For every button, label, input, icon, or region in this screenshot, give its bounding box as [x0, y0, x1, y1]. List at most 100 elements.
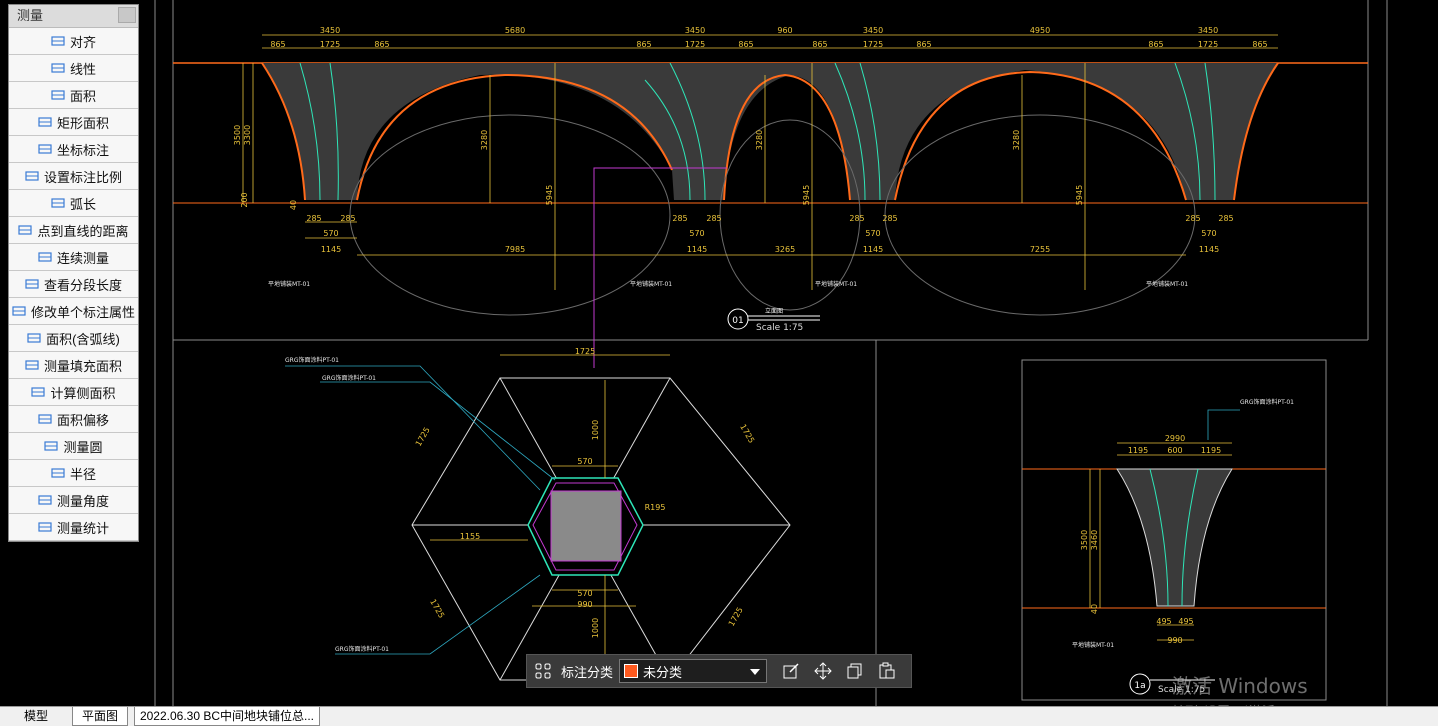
tool-area[interactable]: 面积: [9, 82, 138, 109]
linear-dimension-icon: [51, 61, 65, 75]
svg-text:865: 865: [1252, 40, 1267, 49]
panel-title: 测量: [9, 5, 138, 28]
svg-text:570: 570: [577, 589, 592, 598]
edit-icon[interactable]: [779, 659, 803, 683]
tool-arc-area[interactable]: 面积(含弧线): [9, 325, 138, 352]
grid-icon[interactable]: [531, 659, 555, 683]
svg-text:40: 40: [289, 200, 298, 210]
tool-radius[interactable]: 半径: [9, 460, 138, 487]
tab-plan[interactable]: 平面图: [72, 707, 128, 726]
panel-title-text: 测量: [17, 8, 44, 23]
tool-rect-area[interactable]: 矩形面积: [9, 109, 138, 136]
tool-circle-measure[interactable]: 测量圆: [9, 433, 138, 460]
svg-text:1725: 1725: [863, 40, 883, 49]
tool-statistics[interactable]: 测量统计: [9, 514, 138, 541]
tool-segment-length[interactable]: 查看分段长度: [9, 271, 138, 298]
tab-file[interactable]: 2022.06.30 BC中间地块铺位总...: [134, 707, 320, 726]
tool-label: 设置标注比例: [43, 169, 122, 185]
svg-text:285: 285: [340, 214, 355, 223]
point-line-distance-icon: [18, 223, 33, 237]
annotation-category-label: 标注分类: [561, 664, 614, 680]
tool-linear-dimension[interactable]: 线性: [9, 55, 138, 82]
tool-label: 测量填充面积: [43, 358, 122, 374]
side-section-view: 2990 1195 600 1195 3500 3460 495 495 990…: [1022, 398, 1326, 695]
svg-text:1195: 1195: [1201, 446, 1221, 455]
svg-text:200: 200: [240, 192, 249, 207]
tool-label: 半径: [69, 466, 96, 482]
cad-drawing[interactable]: 3450 5680 3450 960 3450 4950 3450 865 17…: [0, 0, 1438, 706]
arc-length-icon: [51, 196, 65, 210]
statistics-icon: [38, 520, 52, 534]
tool-label: 测量圆: [63, 439, 103, 455]
edit-dimension-icon: [12, 304, 26, 318]
svg-text:1725: 1725: [414, 426, 432, 448]
svg-text:3280: 3280: [1012, 130, 1021, 150]
tab-model[interactable]: 模型: [8, 707, 64, 726]
svg-text:570: 570: [1201, 229, 1216, 238]
svg-text:285: 285: [706, 214, 721, 223]
tool-side-area[interactable]: 计算侧面积: [9, 379, 138, 406]
tool-scale-setting[interactable]: 设置标注比例: [9, 163, 138, 190]
svg-text:960: 960: [777, 26, 792, 35]
svg-text:平地铺装MT-01: 平地铺装MT-01: [1072, 641, 1114, 649]
svg-text:GRG饰面涂料PT-01: GRG饰面涂料PT-01: [322, 374, 376, 382]
tool-label: 坐标标注: [56, 142, 109, 158]
angle-icon: [38, 493, 52, 507]
tool-align[interactable]: 对齐: [9, 28, 138, 55]
tool-label: 矩形面积: [56, 115, 109, 131]
svg-text:570: 570: [689, 229, 704, 238]
svg-text:40: 40: [1090, 604, 1099, 614]
svg-text:GRG饰面涂料PT-01: GRG饰面涂料PT-01: [335, 645, 389, 653]
svg-text:570: 570: [577, 457, 592, 466]
cad-drawing-canvas[interactable]: 3450 5680 3450 960 3450 4950 3450 865 17…: [0, 0, 1438, 706]
tool-angle[interactable]: 测量角度: [9, 487, 138, 514]
svg-text:1725: 1725: [320, 40, 340, 49]
svg-text:865: 865: [374, 40, 389, 49]
chevron-down-icon: [750, 669, 761, 675]
tool-coordinate[interactable]: 坐标标注: [9, 136, 138, 163]
svg-text:平地铺装MT-01: 平地铺装MT-01: [630, 280, 672, 288]
tool-point-line-distance[interactable]: 点到直线的距离: [9, 217, 138, 244]
annotation-category-select[interactable]: 未分类: [619, 659, 768, 683]
svg-text:570: 570: [323, 229, 338, 238]
side-area-icon: [31, 385, 46, 399]
layout-tabs: 模型 平面图 2022.06.30 BC中间地块铺位总...: [0, 706, 1438, 726]
svg-text:5945: 5945: [802, 185, 811, 205]
tool-label: 弧长: [69, 196, 96, 212]
svg-text:865: 865: [812, 40, 827, 49]
svg-text:3450: 3450: [685, 26, 705, 35]
svg-text:1145: 1145: [687, 245, 707, 254]
measure-panel[interactable]: 测量 对齐线性面积矩形面积坐标标注设置标注比例 弧长点到直线的距离 连续测量 查看分段…: [8, 4, 139, 542]
tool-label: 面积(含弧线): [46, 331, 120, 347]
category-color-swatch: [624, 664, 639, 678]
panel-collapse-button[interactable]: [118, 7, 136, 23]
tool-fill-area[interactable]: 测量填充面积: [9, 352, 138, 379]
svg-text:5945: 5945: [545, 185, 554, 205]
svg-text:5680: 5680: [505, 26, 525, 35]
svg-text:285: 285: [1218, 214, 1233, 223]
svg-text:01: 01: [732, 316, 743, 326]
tool-arc-length[interactable]: 弧长: [9, 190, 138, 217]
tool-area-offset[interactable]: 面积偏移: [9, 406, 138, 433]
svg-text:7985: 7985: [505, 245, 525, 254]
svg-text:3450: 3450: [863, 26, 883, 35]
svg-text:990: 990: [577, 600, 592, 609]
svg-text:865: 865: [738, 40, 753, 49]
paste-icon[interactable]: [875, 659, 899, 683]
copy-icon[interactable]: [843, 659, 867, 683]
svg-text:3500: 3500: [1080, 530, 1089, 550]
tool-label: 线性: [69, 61, 96, 77]
elevation-view: 3450 5680 3450 960 3450 4950 3450 865 17…: [173, 26, 1368, 368]
annotation-toolbar[interactable]: 标注分类 未分类: [526, 654, 912, 688]
svg-text:3265: 3265: [775, 245, 795, 254]
move-icon[interactable]: [811, 659, 835, 683]
svg-text:865: 865: [270, 40, 285, 49]
continuous-measure-icon: [38, 250, 52, 264]
svg-text:865: 865: [916, 40, 931, 49]
svg-text:1725: 1725: [685, 40, 705, 49]
svg-text:1725: 1725: [727, 606, 745, 628]
tool-continuous-measure[interactable]: 连续测量: [9, 244, 138, 271]
svg-text:4950: 4950: [1030, 26, 1050, 35]
tool-edit-dimension[interactable]: 修改单个标注属性: [9, 298, 138, 325]
circle-measure-icon: [44, 439, 59, 453]
